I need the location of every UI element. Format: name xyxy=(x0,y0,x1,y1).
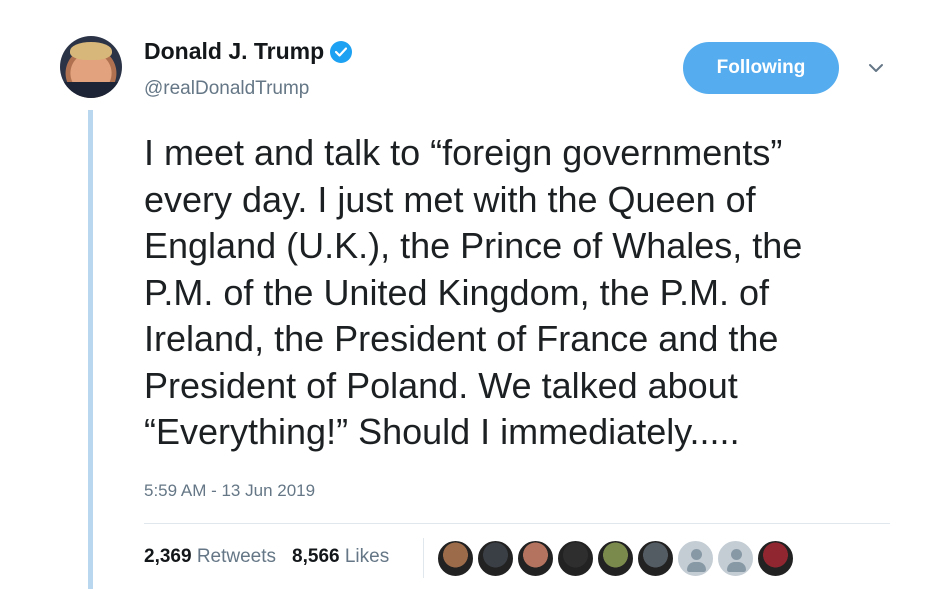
liker-avatar-1[interactable] xyxy=(437,540,474,577)
tweet-line: President of Poland. We talked about xyxy=(144,364,738,406)
avatar-suit xyxy=(60,82,122,98)
chevron-down-icon[interactable] xyxy=(866,60,886,76)
retweets-label: Retweets xyxy=(196,546,277,567)
avatar-hair xyxy=(70,42,112,60)
stats-separator xyxy=(423,538,424,578)
author-name[interactable]: Donald J. Trump xyxy=(144,38,324,65)
following-button[interactable]: Following xyxy=(683,42,839,94)
tweet-line: England (U.K.), the Prince of Whales, th… xyxy=(144,225,803,266)
tweet-line: every day. I just met with the Queen of xyxy=(144,178,756,220)
verified-badge-icon xyxy=(330,40,353,63)
tweet-stats: 2,369 Retweets 8,566 Likes xyxy=(144,546,389,568)
tweet-line: I meet and talk to “foreign governments” xyxy=(144,132,783,173)
tweet-line: “Everything!” Should I immediately..... xyxy=(144,411,740,452)
author-name-row[interactable]: Donald J. Trump xyxy=(144,38,353,65)
author-handle[interactable]: @realDonaldTrump xyxy=(144,78,309,100)
tweet-timestamp[interactable]: 5:59 AM - 13 Jun 2019 xyxy=(144,481,315,501)
default-avatar[interactable] xyxy=(717,540,754,577)
liker-avatar-3[interactable] xyxy=(517,540,554,577)
divider xyxy=(144,523,890,524)
retweets-count: 2,369 xyxy=(144,546,192,567)
default-avatar[interactable] xyxy=(677,540,714,577)
tweet-line: Ireland, the President of France and the xyxy=(144,318,779,359)
likes-stat[interactable]: 8,566 Likes xyxy=(292,546,389,568)
likes-count: 8,566 xyxy=(292,546,340,567)
liker-avatar-2[interactable] xyxy=(477,540,514,577)
retweets-stat[interactable]: 2,369 Retweets xyxy=(144,546,276,568)
liker-avatar-5[interactable] xyxy=(597,540,634,577)
thread-line xyxy=(88,110,93,589)
liker-avatar-6[interactable] xyxy=(637,540,674,577)
liker-avatar-9[interactable] xyxy=(757,540,794,577)
likers-avatars xyxy=(437,540,794,577)
likes-label: Likes xyxy=(344,546,390,567)
tweet-line: P.M. of the United Kingdom, the P.M. of xyxy=(144,271,770,313)
author-avatar[interactable] xyxy=(60,36,122,98)
tweet-text: I meet and talk to “foreign governments”… xyxy=(144,130,904,456)
liker-avatar-4[interactable] xyxy=(557,540,594,577)
